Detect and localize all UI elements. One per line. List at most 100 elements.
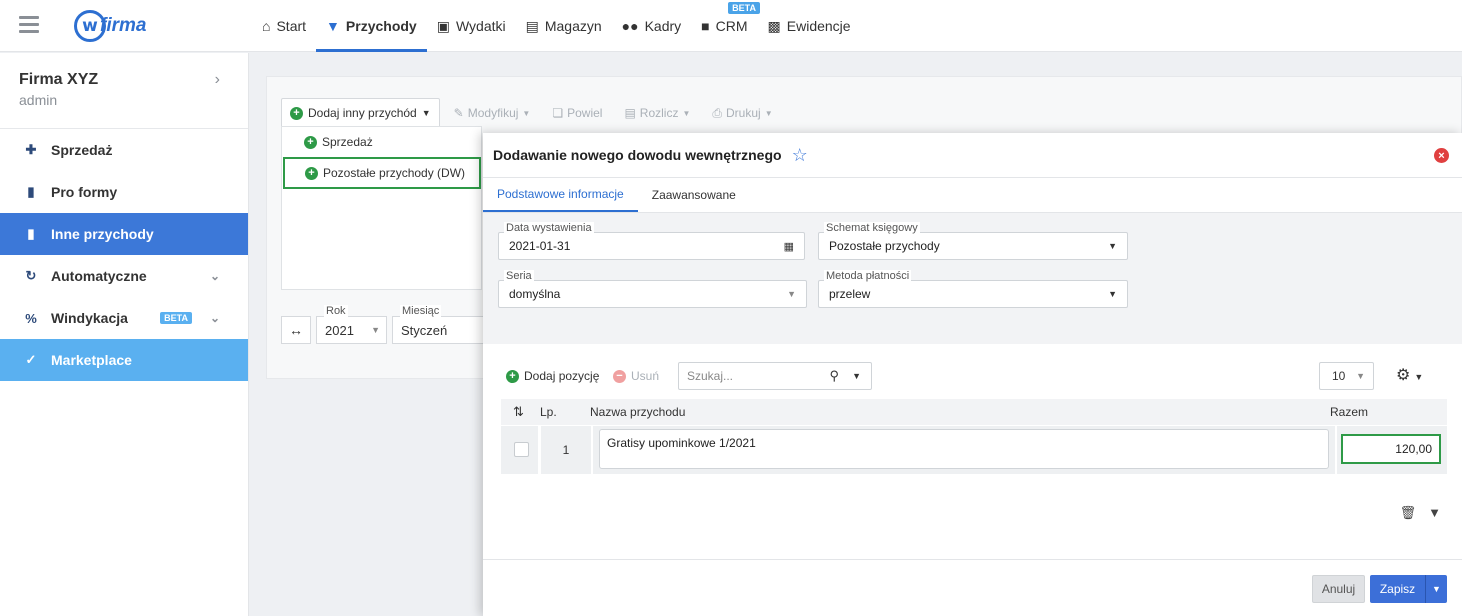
series-input[interactable]: domyślna ▼ bbox=[498, 280, 807, 308]
total-amount-input[interactable]: 120,00 bbox=[1341, 434, 1441, 464]
accounting-scheme-select[interactable]: Schemat księgowy Pozostałe przychody ▼ bbox=[818, 222, 1128, 261]
sidebar-item-marketplace[interactable]: ✓ Marketplace bbox=[0, 339, 248, 381]
print-button[interactable]: ⎙ Drukuj ▼ bbox=[704, 98, 780, 128]
nav-magazyn[interactable]: ▤ Magazyn bbox=[516, 0, 612, 52]
nav-przychody[interactable]: ▼ Przychody bbox=[316, 0, 427, 52]
arrows-horizontal-icon: ↔ bbox=[289, 322, 303, 338]
add-other-income-button[interactable]: + Dodaj inny przychód ▼ bbox=[281, 98, 440, 128]
series-value: domyślna bbox=[509, 287, 561, 301]
company-name: Firma XYZ bbox=[19, 71, 99, 88]
table-settings-gear-icon[interactable]: ⚙ ▼ bbox=[1396, 365, 1423, 385]
documents-toolbar: + Dodaj inny przychód ▼ ✎ Modyfikuj ▼ ❏ … bbox=[281, 98, 781, 128]
plus-square-icon: ✚ bbox=[25, 142, 37, 157]
star-icon[interactable]: ☆ bbox=[792, 145, 808, 166]
folder-open-icon: ▩ bbox=[767, 17, 781, 34]
swap-period-button[interactable]: ↔ bbox=[281, 316, 311, 344]
copy-icon: ❏ bbox=[552, 106, 564, 120]
caret-down-icon[interactable]: ▼ bbox=[1425, 575, 1447, 603]
tab-advanced[interactable]: Zaawansowane bbox=[638, 178, 750, 212]
sidebar-item-windykacja[interactable]: % Windykacja BETA ⌄ bbox=[0, 297, 248, 339]
year-select[interactable]: 2021 ▼ Rok bbox=[316, 305, 387, 344]
nav-label: Start bbox=[276, 18, 307, 34]
remove-item-button[interactable]: − Usuń bbox=[613, 369, 659, 383]
page-size-value: 10 bbox=[1332, 369, 1346, 383]
repeat-button[interactable]: ❏ Powiel bbox=[544, 98, 610, 128]
money-icon: ▤ bbox=[624, 106, 636, 120]
basic-info-form: Data wystawienia 2021-01-31 ▦ Schemat ks… bbox=[483, 213, 1462, 344]
modal-tabs: Podstawowe informacje Zaawansowane bbox=[483, 178, 1462, 213]
month-select[interactable]: Styczeń Miesiąc bbox=[392, 305, 487, 344]
payment-method-select[interactable]: Metoda płatności przelew ▼ bbox=[818, 270, 1128, 309]
settle-button[interactable]: ▤ Rozlicz ▼ bbox=[616, 98, 698, 128]
nav-label: Ewidencje bbox=[786, 18, 851, 34]
edit-icon: ✎ bbox=[453, 106, 464, 120]
save-button[interactable]: Zapisz ▼ bbox=[1370, 575, 1447, 603]
nav-kadry[interactable]: ●● Kadry bbox=[612, 0, 692, 52]
nav-label: CRM bbox=[715, 18, 748, 34]
month-label: Miesiąc bbox=[400, 305, 442, 317]
caret-down-icon: ▼ bbox=[1356, 371, 1365, 381]
series-select[interactable]: Seria domyślna ▼ bbox=[498, 270, 807, 309]
page-size-select[interactable]: 10 ▼ bbox=[1319, 362, 1374, 390]
col-total: Razem bbox=[1330, 405, 1369, 419]
hand-coin-icon: ▼ bbox=[326, 18, 340, 34]
button-label: Modyfikuj bbox=[467, 106, 519, 120]
button-label: Rozlicz bbox=[639, 106, 679, 120]
caret-down-icon: ▼ bbox=[421, 108, 431, 118]
nav-label: Wydatki bbox=[455, 18, 506, 34]
percent-icon: % bbox=[25, 310, 37, 326]
caret-down-icon[interactable]: ▼ bbox=[852, 371, 861, 381]
cancel-button[interactable]: Anuluj bbox=[1312, 575, 1365, 603]
button-label: Dodaj inny przychód bbox=[308, 106, 417, 120]
accounting-scheme-input[interactable]: Pozostałe przychody ▼ bbox=[818, 232, 1128, 260]
income-name-input[interactable]: Gratisy upominkowe 1/2021 bbox=[599, 429, 1329, 469]
button-label: Powiel bbox=[567, 106, 603, 120]
add-item-button[interactable]: + Dodaj pozycję bbox=[506, 369, 599, 383]
issue-date-label: Data wystawienia bbox=[504, 222, 594, 234]
nav-wydatki[interactable]: ▣ Wydatki bbox=[427, 0, 516, 52]
sidebar-item-inne-przychody[interactable]: ▮ Inne przychody bbox=[0, 213, 248, 255]
year-value[interactable]: 2021 ▼ bbox=[316, 316, 387, 344]
sidebar-item-automatyczne[interactable]: ↻ Automatyczne ⌄ bbox=[0, 255, 248, 297]
nav-crm[interactable]: ■ CRM BETA bbox=[691, 0, 761, 52]
wfirma-logo[interactable]: w firma bbox=[74, 9, 146, 43]
reorder-icon[interactable]: ⇅ bbox=[513, 404, 524, 420]
search-icon[interactable]: ⚲ bbox=[829, 368, 839, 384]
row-select-cell bbox=[501, 426, 538, 474]
row-checkbox[interactable] bbox=[514, 442, 529, 457]
sidebar-item-pro-formy[interactable]: ▮ Pro formy bbox=[0, 171, 248, 213]
hamburger-menu-icon[interactable] bbox=[19, 16, 39, 34]
company-switcher[interactable]: Firma XYZ admin › bbox=[0, 53, 248, 129]
nav-label: Przychody bbox=[345, 18, 417, 34]
issue-date-field[interactable]: Data wystawienia 2021-01-31 ▦ bbox=[498, 222, 805, 261]
calendar-icon[interactable]: ▦ bbox=[784, 240, 794, 253]
chevron-down-icon: ⌄ bbox=[209, 269, 220, 283]
items-search-input[interactable]: Szukaj... ⚲ ▼ bbox=[678, 362, 872, 390]
menu-item-sprzedaz[interactable]: + Sprzedaż bbox=[282, 127, 481, 157]
modal-header: Dodawanie nowego dowodu wewnętrznego ☆ × bbox=[483, 133, 1462, 178]
caret-down-icon: ▼ bbox=[764, 108, 773, 118]
close-icon[interactable]: × bbox=[1434, 148, 1449, 163]
document-icon: ▮ bbox=[27, 184, 35, 199]
sidebar-item-label: Windykacja bbox=[51, 310, 128, 326]
sidebar-item-sprzedaz[interactable]: ✚ Sprzedaż bbox=[0, 129, 248, 171]
plus-circle-icon: + bbox=[305, 166, 318, 180]
month-value[interactable]: Styczeń bbox=[392, 316, 487, 344]
contact-book-icon: ■ bbox=[701, 18, 710, 34]
modify-button[interactable]: ✎ Modyfikuj ▼ bbox=[446, 98, 539, 128]
items-toolbar: + Dodaj pozycję − Usuń Szukaj... ⚲ ▼ 10 … bbox=[483, 361, 1462, 401]
add-income-dropdown: + Sprzedaż + Pozostałe przychody (DW) bbox=[281, 126, 482, 290]
year-text: 2021 bbox=[325, 322, 354, 338]
nav-ewidencje[interactable]: ▩ Ewidencje bbox=[758, 0, 861, 52]
button-label: Usuń bbox=[631, 369, 660, 383]
payment-method-input[interactable]: przelew ▼ bbox=[818, 280, 1128, 308]
menu-item-pozostale-przychody[interactable]: + Pozostałe przychody (DW) bbox=[283, 157, 481, 189]
issue-date-input[interactable]: 2021-01-31 ▦ bbox=[498, 232, 805, 260]
filter-icon[interactable]: ▼ bbox=[1428, 505, 1441, 521]
tab-basic-info[interactable]: Podstawowe informacje bbox=[483, 178, 638, 212]
chevron-down-icon: ⌄ bbox=[209, 311, 220, 325]
button-label: Dodaj pozycję bbox=[524, 369, 600, 383]
trash-icon[interactable]: 🗑 bbox=[1400, 505, 1417, 521]
sidebar-item-label: Inne przychody bbox=[51, 226, 154, 242]
nav-start[interactable]: ⌂ Start bbox=[252, 0, 316, 52]
